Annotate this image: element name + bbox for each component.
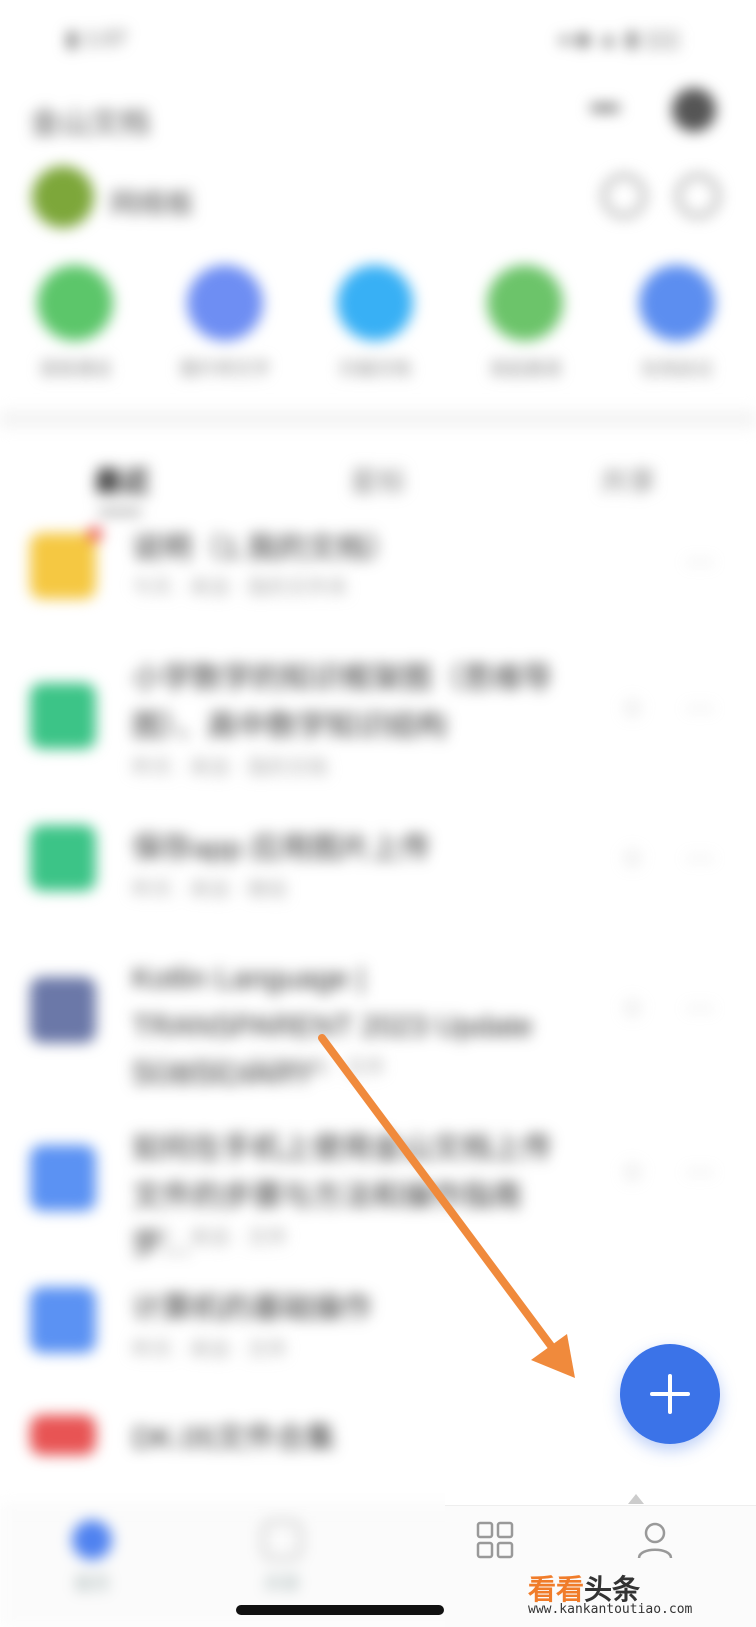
file-subtitle: 昨天 · 来自 · 微信 — [132, 879, 288, 901]
close-icon[interactable] — [672, 88, 716, 132]
settings-icon[interactable] — [676, 174, 720, 218]
home-icon — [72, 1520, 112, 1560]
watermark-text-secondary: 头条 — [584, 1574, 641, 1605]
tab-shared[interactable]: 共享 — [600, 460, 656, 500]
unread-badge — [88, 527, 102, 541]
more-icon[interactable]: ⋯ — [686, 545, 716, 578]
nav-label-home: 首页 — [74, 1574, 110, 1594]
status-bar: ▮ 1:07 ◂ ◆ ▲ ▮ ▯▯▯ — [0, 0, 756, 80]
top-bar: 金山文档 — [0, 80, 756, 150]
nav-label-shared: 共享 — [264, 1574, 300, 1594]
plus-icon — [650, 1374, 690, 1414]
profile-icon — [637, 1522, 673, 1559]
avatar[interactable] — [32, 166, 94, 228]
invite-icon — [487, 265, 563, 341]
quick-action-2[interactable]: 扫描文档 — [310, 265, 440, 381]
star-icon[interactable]: ☆ — [620, 1155, 645, 1188]
quick-action-0[interactable]: 语音通话 — [10, 265, 140, 381]
more-icon[interactable]: ⋯ — [686, 691, 716, 724]
apps-grid-icon — [476, 1521, 514, 1559]
more-icon[interactable]: ⋯ — [686, 841, 716, 874]
watermark: 看看头条 www.kankantoutiao.com — [528, 1568, 728, 1624]
status-bar-indicators: ◂ ◆ ▲ ▮ ▯▯▯ — [557, 26, 680, 51]
file-subtitle: 昨天 · 来自 · 文件 — [132, 1339, 288, 1361]
user-row: 网络板 — [0, 160, 756, 232]
star-icon[interactable]: ☆ — [620, 841, 645, 874]
app-screen: ▮ 1:07 ◂ ◆ ▲ ▮ ▯▯▯ 金山文档 网络板 语音通话 图片转文字 扫… — [0, 0, 756, 1627]
quick-action-4[interactable]: 在线会议 — [612, 265, 742, 381]
nav-indicator — [628, 1494, 644, 1504]
star-icon[interactable]: ☆ — [620, 691, 645, 724]
nav-item-shared[interactable]: 共享 — [232, 1520, 332, 1596]
nav-item-home[interactable]: 首页 — [42, 1520, 142, 1596]
file-tabs: 最近 星标 共享 — [0, 450, 756, 520]
watermark-text-primary: 看看 — [528, 1574, 585, 1605]
quick-action-1[interactable]: 图片转文字 — [160, 265, 290, 381]
document-icon — [30, 1287, 96, 1353]
file-subtitle: 昨天 · 来自 · 文件 — [132, 1227, 288, 1249]
app-title: 金山文档 — [30, 107, 150, 140]
file-title: 说明（1.我的文档） — [132, 532, 398, 565]
more-icon[interactable]: ⋯ — [686, 991, 716, 1024]
document-icon — [30, 1145, 96, 1211]
file-subtitle: 昨天 · 来自 · 我的文档 · 文件 — [132, 1057, 386, 1079]
spreadsheet-icon — [30, 683, 96, 749]
search-icon[interactable] — [602, 174, 646, 218]
quick-action-label: 图片转文字 — [180, 359, 270, 379]
file-subtitle: 今天 · 来自 · 我的文件夹 — [132, 577, 348, 599]
minimize-icon[interactable] — [590, 104, 620, 112]
tab-starred[interactable]: 星标 — [350, 460, 406, 500]
spreadsheet-icon — [30, 825, 96, 891]
star-icon[interactable]: ☆ — [620, 991, 645, 1024]
tab-recent[interactable]: 最近 — [94, 460, 150, 500]
section-divider — [0, 410, 756, 428]
quick-action-label: 在线会议 — [641, 359, 713, 379]
home-indicator[interactable] — [236, 1605, 444, 1615]
user-name: 网络板 — [110, 188, 195, 219]
quick-action-label: 发起邀请 — [489, 359, 561, 379]
watermark-url: www.kankantoutiao.com — [528, 1602, 693, 1617]
pdf-icon — [30, 1415, 96, 1455]
document-icon — [30, 533, 96, 599]
quick-actions: 语音通话 图片转文字 扫描文档 发起邀请 在线会议 — [0, 265, 756, 385]
more-icon[interactable]: ⋯ — [686, 1155, 716, 1188]
file-title: 小学数学的知识框架图（思维导图）、高中数学知识结构 — [132, 662, 552, 743]
meeting-icon — [639, 265, 715, 341]
tab-underline — [98, 508, 142, 516]
document-icon — [30, 977, 96, 1043]
status-bar-time: ▮ 1:07 — [66, 26, 128, 51]
nav-item-apps[interactable] — [445, 1520, 545, 1575]
file-subtitle: 昨天 · 来自 · 我的文档 — [132, 757, 328, 779]
image-icon — [187, 265, 263, 341]
quick-action-label: 语音通话 — [39, 359, 111, 379]
share-icon — [262, 1520, 302, 1560]
file-title: 保存app 应用图片上传 — [132, 832, 431, 865]
scan-icon — [337, 265, 413, 341]
quick-action-label: 扫描文档 — [339, 359, 411, 379]
nav-item-profile[interactable] — [605, 1520, 705, 1575]
add-button[interactable] — [620, 1344, 720, 1444]
quick-action-3[interactable]: 发起邀请 — [460, 265, 590, 381]
phone-icon — [37, 265, 113, 341]
